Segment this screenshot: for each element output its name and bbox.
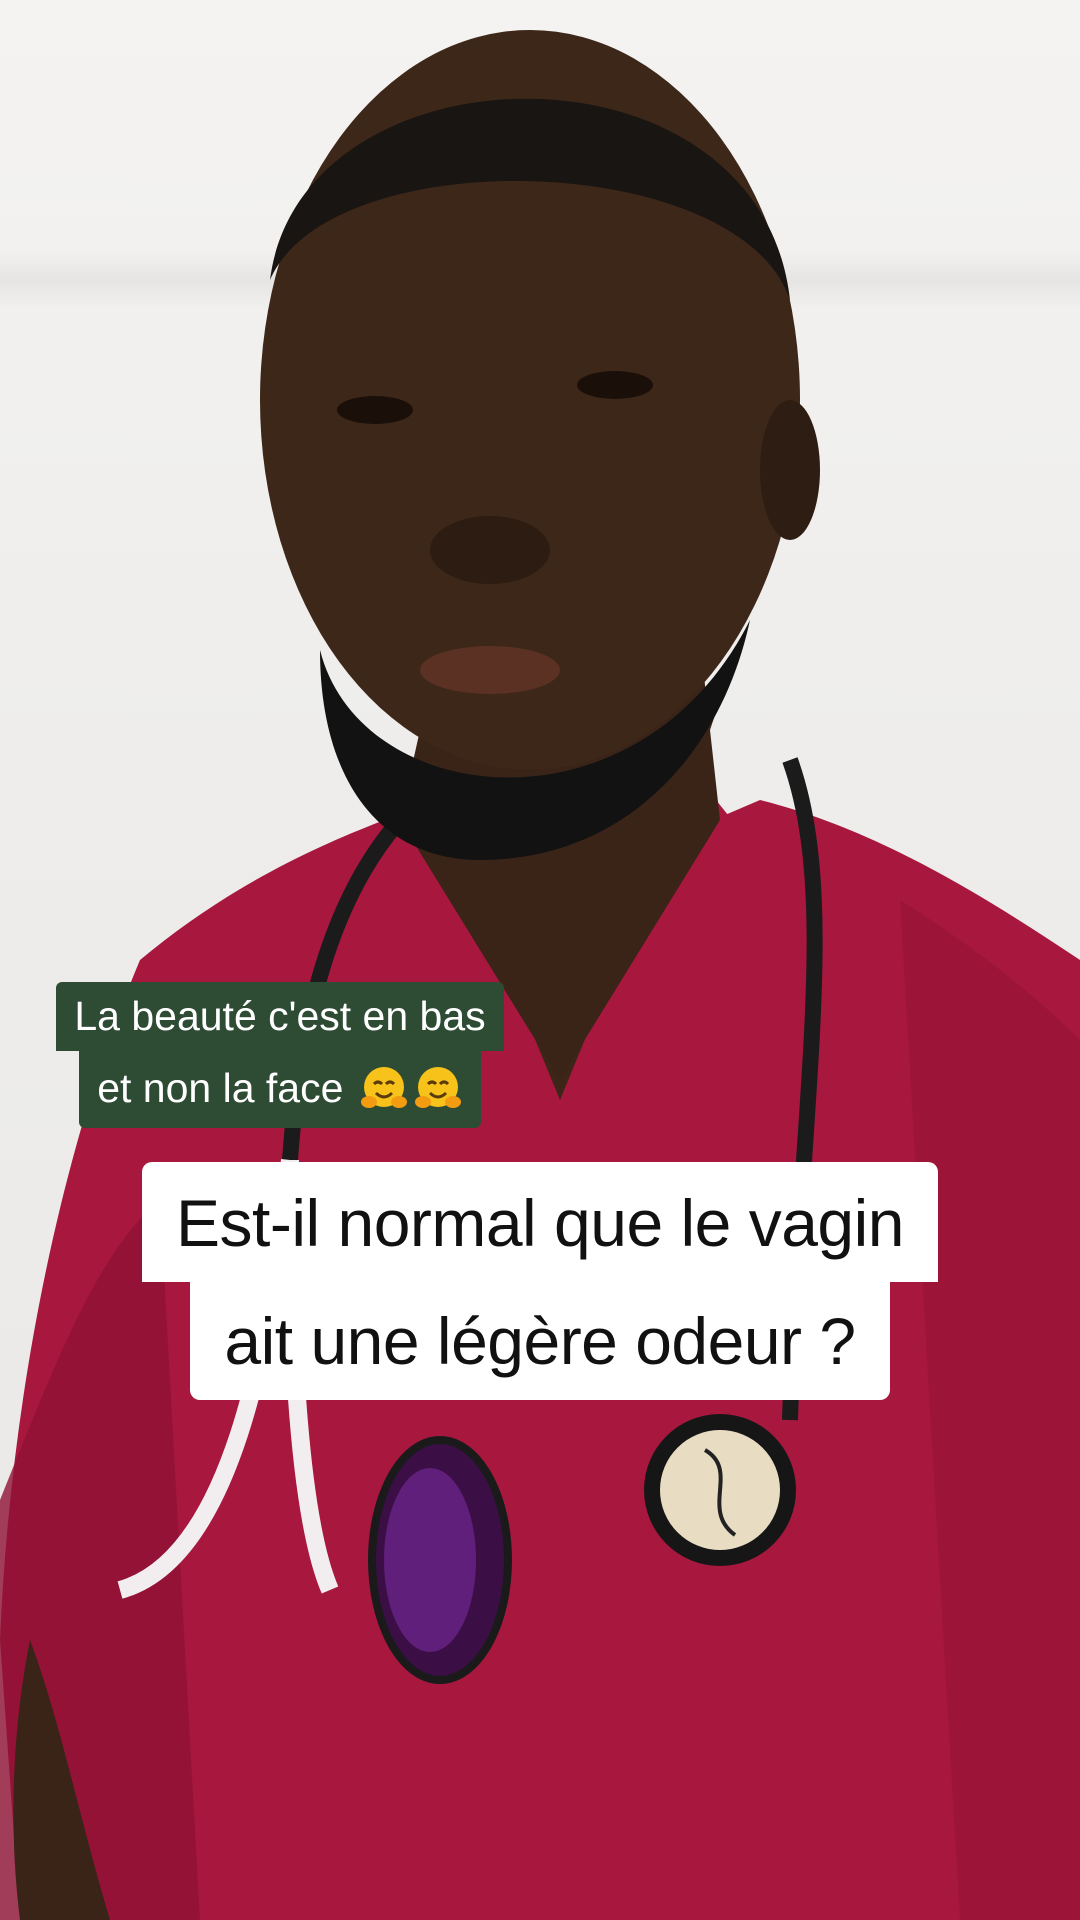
caption-white-box: Est-il normal que le vagin ait une légèr…	[0, 1162, 1080, 1400]
caption-main-line2: ait une légère odeur ?	[190, 1280, 890, 1400]
hugging-face-emoji-icon	[360, 1067, 407, 1108]
caption-main-line1: Est-il normal que le vagin	[141, 1162, 939, 1282]
caption-green-line2: et non la face	[79, 1050, 481, 1128]
caption-green-box: La beauté c'est en bas et non la face	[0, 982, 560, 1128]
doctor-scene	[0, 30, 1080, 1920]
left-eye	[337, 396, 413, 424]
caption-green-line2-text: et non la face	[97, 1065, 344, 1111]
hugging-face-emoji-icon	[414, 1067, 461, 1108]
caption-green-line1: La beauté c'est en bas	[56, 982, 504, 1051]
right-eye	[577, 371, 653, 399]
video-frame[interactable]: La beauté c'est en bas et non la face Es…	[0, 0, 1080, 1920]
